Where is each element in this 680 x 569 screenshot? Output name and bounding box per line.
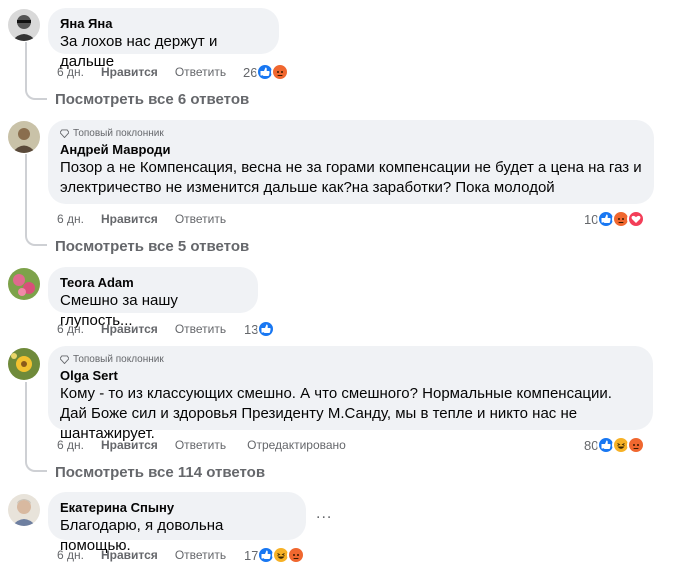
comment-actions: 6 дн. Нравится Ответить <box>57 62 243 82</box>
comment-bubble: Яна Яна За лохов нас держут и дальше <box>48 8 279 70</box>
avatar[interactable] <box>8 268 40 300</box>
view-replies-link[interactable]: Посмотреть все 5 ответов <box>55 238 249 255</box>
angry-icon <box>287 546 306 564</box>
thread-curve <box>25 236 47 246</box>
reply-button[interactable]: Ответить <box>175 438 226 452</box>
comment-bubble: Екатерина Спыну Благодарю, я довольна по… <box>48 492 306 554</box>
diamond-icon <box>60 129 69 138</box>
comment-time[interactable]: 6 дн. <box>57 548 84 562</box>
top-fan-badge: Топовый поклонник <box>60 128 642 139</box>
thread-line <box>25 154 27 236</box>
reply-button[interactable]: Ответить <box>175 322 226 336</box>
top-fan-badge: Топовый поклонник <box>60 354 641 365</box>
comment-time[interactable]: 6 дн. <box>57 65 84 79</box>
reply-button[interactable]: Ответить <box>175 548 226 562</box>
thread-curve <box>25 462 47 472</box>
comment-author[interactable]: Екатерина Спыну <box>60 500 294 516</box>
diamond-icon <box>60 355 69 364</box>
edited-label: Отредактировано <box>247 438 346 452</box>
like-button[interactable]: Нравится <box>101 322 158 336</box>
view-replies-link[interactable]: Посмотреть все 114 ответов <box>55 464 265 481</box>
reactions[interactable]: 80 <box>584 435 646 455</box>
comment-bubble: Топовый поклонник Андрей Мавроди Позор а… <box>48 120 654 204</box>
angry-icon <box>271 63 290 81</box>
avatar[interactable] <box>8 9 40 41</box>
view-replies-link[interactable]: Посмотреть все 6 ответов <box>55 91 249 108</box>
comment-actions: 6 дн. Нравится Ответить <box>57 545 243 565</box>
avatar[interactable] <box>8 494 40 526</box>
thread-line <box>25 382 27 462</box>
like-button[interactable]: Нравится <box>101 438 158 452</box>
comment-actions: 6 дн. Нравится Ответить Отредактировано <box>57 435 346 455</box>
reaction-count: 26 <box>243 64 258 80</box>
comment-time[interactable]: 6 дн. <box>57 212 84 226</box>
like-button[interactable]: Нравится <box>101 212 158 226</box>
comment-author[interactable]: Андрей Мавроди <box>60 142 642 158</box>
reply-button[interactable]: Ответить <box>175 65 226 79</box>
more-options-icon[interactable]: ... <box>316 505 332 523</box>
like-icon <box>257 320 276 338</box>
comment-bubble: Teora Adam Смешно за нашу глупость... <box>48 267 258 329</box>
angry-icon <box>627 436 646 454</box>
reactions[interactable]: 26 <box>243 62 290 82</box>
like-button[interactable]: Нравится <box>101 548 158 562</box>
comment-actions: 6 дн. Нравится Ответить <box>57 209 243 229</box>
thread-curve <box>25 90 47 100</box>
like-button[interactable]: Нравится <box>101 65 158 79</box>
reply-button[interactable]: Ответить <box>175 212 226 226</box>
reactions[interactable]: 17 <box>244 545 306 565</box>
comment-bubble: Топовый поклонник Olga Sert Кому - то из… <box>48 346 653 442</box>
reaction-count: 10 <box>584 211 599 227</box>
reaction-count: 80 <box>584 437 599 453</box>
comment-time[interactable]: 6 дн. <box>57 322 84 336</box>
love-icon <box>627 210 646 228</box>
reactions[interactable]: 13 <box>244 319 276 339</box>
badge-label: Топовый поклонник <box>73 354 164 365</box>
avatar[interactable] <box>8 121 40 153</box>
reactions[interactable]: 10 <box>584 209 646 229</box>
comment-author[interactable]: Teora Adam <box>60 275 246 291</box>
comment-text: Позор а не Компенсация, весна не за гора… <box>60 159 642 196</box>
comment-actions: 6 дн. Нравится Ответить <box>57 319 243 339</box>
comment-author[interactable]: Olga Sert <box>60 368 641 384</box>
comment-time[interactable]: 6 дн. <box>57 438 84 452</box>
badge-label: Топовый поклонник <box>73 128 164 139</box>
avatar[interactable] <box>8 348 40 380</box>
thread-line <box>25 42 27 90</box>
comment-author[interactable]: Яна Яна <box>60 16 267 32</box>
reaction-count: 17 <box>244 547 259 563</box>
reaction-count: 13 <box>244 321 259 337</box>
